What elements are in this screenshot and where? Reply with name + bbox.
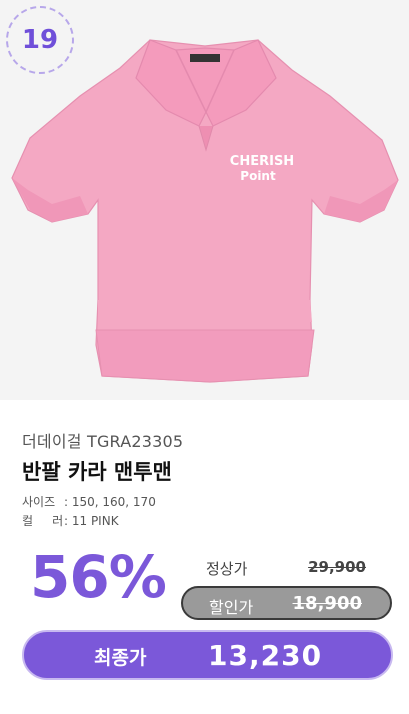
regular-price-row: 정상가 29,900: [206, 558, 376, 580]
final-price-value: 13,230: [208, 639, 323, 672]
spec-size-label: 사이즈: [22, 495, 56, 509]
final-price-bar[interactable]: 최종가 13,230: [22, 630, 393, 680]
chest-logo-line1: CHERISH: [230, 154, 294, 169]
regular-price-value: 29,900: [308, 558, 366, 576]
spec-color-value: : 11 PINK: [64, 514, 119, 528]
spec-color: 컬 러: 11 PINK: [22, 512, 391, 529]
sale-price-label: 할인가: [209, 598, 254, 617]
spec-color-label: 컬 러: [22, 514, 64, 528]
discount-rate: 56%: [30, 543, 167, 611]
rank-badge: 19: [6, 6, 74, 74]
spec-size: 사이즈 : 150, 160, 170: [22, 493, 391, 510]
chest-logo-line2: Point: [240, 169, 276, 183]
sale-price-value: 18,900: [292, 593, 362, 614]
product-hero: CHERISH Point 19: [0, 0, 409, 400]
product-name: 반팔 카라 맨투맨: [22, 460, 172, 484]
final-price-label: 최종가: [94, 647, 147, 669]
brand-label: 더데이걸 TGRA23305: [22, 432, 184, 451]
sale-price-pill: 할인가 18,900: [181, 586, 392, 620]
regular-price-label: 정상가: [206, 560, 248, 578]
spec-size-value: : 150, 160, 170: [64, 495, 156, 509]
